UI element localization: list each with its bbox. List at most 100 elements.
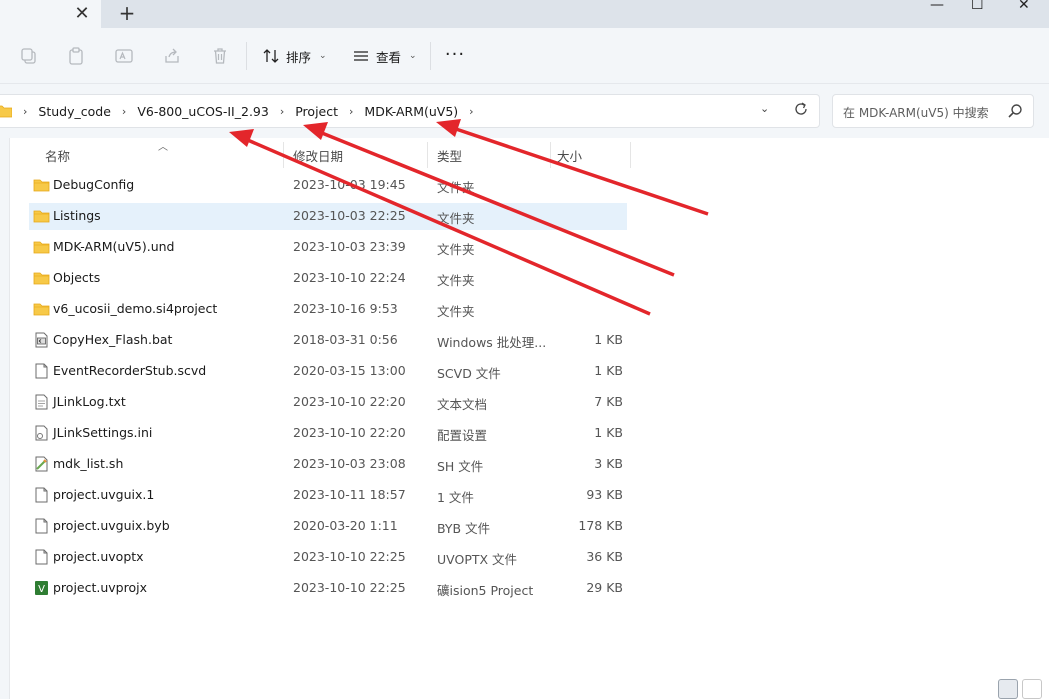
file-date: 2023-10-10 22:25	[293, 549, 406, 564]
maximize-icon[interactable]: ☐	[971, 0, 984, 12]
file-type: SH 文件	[437, 459, 484, 474]
file-date: 2023-10-10 22:25	[293, 580, 406, 595]
view-button[interactable]: 查看 ⌄	[352, 44, 417, 68]
file-date: 2023-10-10 22:24	[293, 270, 406, 285]
address-history-chevron-icon[interactable]: ⌄	[760, 102, 769, 115]
file-name: v6_ucosii_demo.si4project	[53, 301, 218, 316]
breadcrumb-separator-icon[interactable]: ›	[280, 105, 284, 118]
search-box[interactable]: 在 MDK-ARM(uV5) 中搜索	[832, 94, 1034, 128]
address-bar[interactable]: › Study_code › V6-800_uCOS-II_2.93 › Pro…	[0, 94, 820, 128]
folder-icon	[33, 272, 50, 285]
file-date: 2023-10-03 23:39	[293, 239, 406, 254]
file-name: project.uvguix.1	[53, 487, 155, 502]
file-name: JLinkLog.txt	[53, 394, 126, 409]
breadcrumb-item[interactable]: Project	[295, 104, 338, 119]
copy-icon[interactable]	[19, 46, 39, 66]
file-name: project.uvoptx	[53, 549, 144, 564]
file-size: 1 KB	[594, 332, 623, 347]
folder-icon	[33, 241, 50, 254]
toolbar-divider	[246, 42, 247, 70]
paste-icon[interactable]	[66, 46, 86, 66]
file-name: MDK-ARM(uV5).und	[53, 239, 175, 254]
folder-icon	[33, 179, 50, 192]
column-divider[interactable]	[550, 142, 551, 168]
breadcrumb: › Study_code › V6-800_uCOS-II_2.93 › Pro…	[0, 95, 485, 127]
column-divider[interactable]	[630, 142, 631, 168]
file-row[interactable]: mdk_list.sh 2023-10-03 23:08 SH 文件 3 KB	[29, 451, 627, 478]
file-row[interactable]: JLinkLog.txt 2023-10-10 22:20 文本文档 7 KB	[29, 389, 627, 416]
file-type: 文件夹	[437, 304, 475, 319]
details-view-icon[interactable]	[998, 679, 1018, 699]
column-divider[interactable]	[427, 142, 428, 168]
file-name: CopyHex_Flash.bat	[53, 332, 173, 347]
file-size: 178 KB	[578, 518, 623, 533]
view-switcher	[998, 679, 1042, 699]
view-label: 查看	[376, 49, 402, 65]
minimize-icon[interactable]: —	[930, 0, 944, 12]
file-row[interactable]: Listings 2023-10-03 22:25 文件夹	[29, 203, 627, 230]
sort-button[interactable]: 排序 ⌄	[262, 44, 327, 68]
file-name: Objects	[53, 270, 101, 285]
breadcrumb-separator-icon[interactable]: ›	[349, 105, 353, 118]
rename-icon[interactable]	[114, 46, 134, 66]
file-row[interactable]: project.uvguix.byb 2020-03-20 1:11 BYB 文件 1…	[29, 513, 627, 540]
tiles-view-icon[interactable]	[1022, 679, 1042, 699]
search-placeholder: 在 MDK-ARM(uV5) 中搜索	[843, 106, 989, 120]
uvision-project-icon: V	[35, 581, 48, 595]
view-icon	[354, 51, 368, 61]
file-type: 文件夹	[437, 242, 475, 257]
file-date: 2020-03-15 13:00	[293, 363, 406, 378]
file-date: 2023-10-10 22:20	[293, 425, 406, 440]
column-header-name[interactable]: 名称	[45, 146, 70, 165]
file-size: 3 KB	[594, 456, 623, 471]
file-row[interactable]: Objects 2023-10-10 22:24 文件夹	[29, 265, 627, 292]
file-date: 2023-10-11 18:57	[293, 487, 406, 502]
file-type: 配置设置	[437, 428, 488, 443]
file-row[interactable]: CopyHex_Flash.bat 2018-03-31 0:56 Windows …	[29, 327, 627, 354]
file-row[interactable]: project.uvoptx 2023-10-10 22:25 UVOPTX 文件 3…	[29, 544, 627, 571]
file-icon	[35, 487, 48, 503]
breadcrumb-item[interactable]: Study_code	[38, 104, 111, 119]
file-name: DebugConfig	[53, 177, 135, 192]
file-name: Listings	[53, 208, 101, 223]
column-header-date[interactable]: 修改日期	[293, 146, 343, 165]
file-row[interactable]: project.uvguix.1 2023-10-11 18:57 1 文件 93 K…	[29, 482, 627, 509]
breadcrumb-item[interactable]: MDK-ARM(uV5)	[364, 104, 458, 119]
folder-icon	[33, 303, 50, 316]
file-icon	[35, 363, 48, 379]
file-date: 2023-10-03 22:25	[293, 208, 406, 223]
file-row[interactable]: v6_ucosii_demo.si4project 2023-10-16 9:53…	[29, 296, 627, 323]
sort-label: 排序	[286, 49, 312, 65]
file-row[interactable]: MDK-ARM(uV5).und 2023-10-03 23:39 文件夹	[29, 234, 627, 261]
file-size: 1 KB	[594, 363, 623, 378]
window-close-icon[interactable]: ✕	[1018, 0, 1030, 12]
file-type: Windows 批处理...	[437, 335, 547, 350]
file-date: 2023-10-10 22:20	[293, 394, 406, 409]
navigation-pane[interactable]	[0, 138, 10, 699]
file-row[interactable]: EventRecorderStub.scvd 2020-03-15 13:00 SC…	[29, 358, 627, 385]
file-list: ︿ 名称 修改日期 类型 大小 DebugConfig 2023-10-03 19…	[10, 138, 1049, 699]
search-icon[interactable]	[1007, 103, 1023, 119]
breadcrumb-separator-icon[interactable]: ›	[122, 105, 126, 118]
file-size: 1 KB	[594, 425, 623, 440]
column-header-size[interactable]: 大小	[557, 146, 582, 165]
breadcrumb-separator-icon[interactable]: ›	[23, 105, 27, 118]
new-tab-icon[interactable]: +	[117, 3, 137, 23]
breadcrumb-separator-icon[interactable]: ›	[469, 105, 473, 118]
svg-text:V: V	[38, 584, 45, 595]
delete-icon[interactable]	[210, 46, 230, 66]
tab-close-icon[interactable]: ✕	[72, 4, 92, 24]
batch-file-icon	[35, 332, 48, 348]
column-header-type[interactable]: 类型	[437, 146, 462, 165]
shell-script-icon	[35, 456, 48, 472]
file-row[interactable]: Vproject.uvprojx 2023-10-10 22:25 礦ision5 …	[29, 575, 627, 602]
more-options-icon[interactable]: ···	[444, 44, 466, 68]
refresh-icon[interactable]	[792, 100, 810, 118]
file-size: 36 KB	[586, 549, 623, 564]
file-row[interactable]: DebugConfig 2023-10-03 19:45 文件夹	[29, 172, 627, 199]
active-tab[interactable]: ✕	[0, 0, 101, 28]
share-icon[interactable]	[162, 46, 182, 66]
column-divider[interactable]	[283, 142, 284, 168]
file-row[interactable]: JLinkSettings.ini 2023-10-10 22:20 配置设置 1 K…	[29, 420, 627, 447]
breadcrumb-item[interactable]: V6-800_uCOS-II_2.93	[137, 104, 269, 119]
